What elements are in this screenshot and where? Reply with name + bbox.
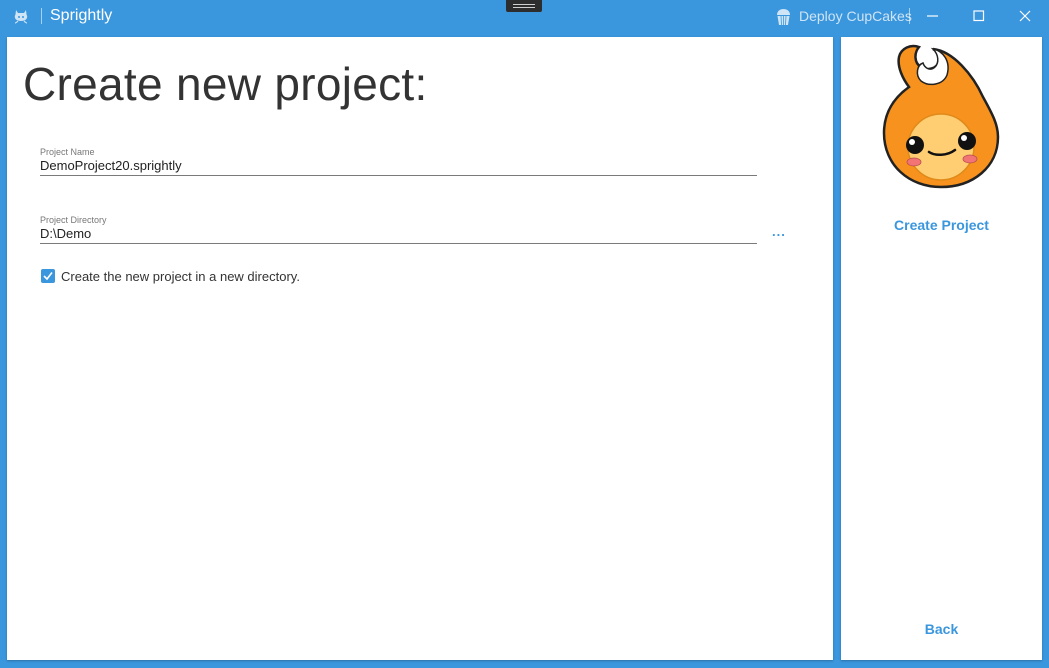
browse-directory-button[interactable]: ... bbox=[772, 224, 786, 239]
close-icon bbox=[1019, 10, 1031, 22]
maximize-button[interactable] bbox=[956, 0, 1002, 33]
page-title: Create new project: bbox=[23, 58, 428, 110]
close-button[interactable] bbox=[1002, 0, 1048, 33]
check-icon bbox=[43, 272, 53, 281]
maximize-icon bbox=[973, 10, 985, 22]
actions-panel: Create Project Back bbox=[841, 37, 1042, 660]
app-title: Sprightly bbox=[50, 7, 113, 24]
project-directory-input[interactable] bbox=[40, 223, 757, 244]
github-icon[interactable] bbox=[12, 7, 30, 25]
deploy-cupcakes-button[interactable]: Deploy CupCakes bbox=[799, 8, 912, 24]
back-button[interactable]: Back bbox=[841, 621, 1042, 637]
title-separator bbox=[41, 8, 42, 24]
new-directory-checkbox-label[interactable]: Create the new project in a new director… bbox=[61, 269, 300, 284]
project-name-input[interactable] bbox=[40, 155, 757, 176]
new-directory-checkbox[interactable] bbox=[41, 269, 55, 283]
create-project-panel: Create new project: Project Name Project… bbox=[7, 37, 833, 660]
minimize-button[interactable] bbox=[910, 0, 956, 33]
create-project-button[interactable]: Create Project bbox=[841, 217, 1042, 233]
minimize-icon bbox=[927, 15, 938, 17]
cupcake-icon[interactable] bbox=[773, 6, 794, 27]
drag-handle[interactable] bbox=[506, 0, 542, 12]
sprightly-mascot-logo bbox=[882, 44, 1000, 189]
title-bar: Sprightly Deploy CupCakes bbox=[0, 0, 1049, 33]
